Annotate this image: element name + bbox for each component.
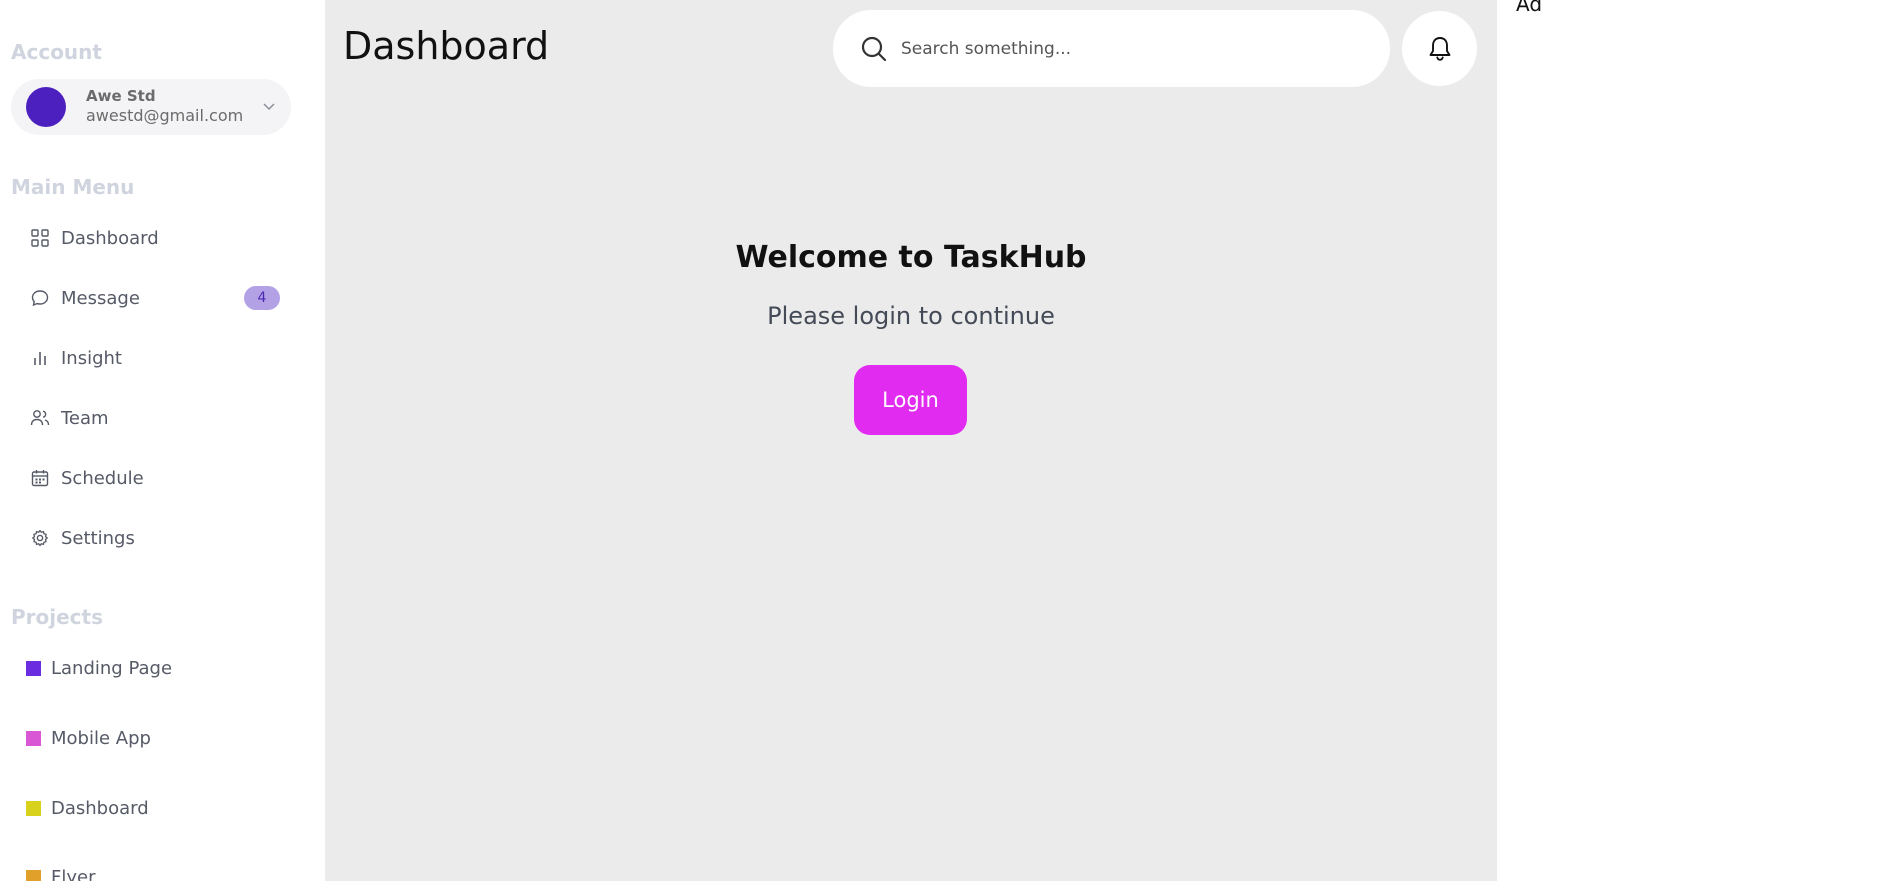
- right-panel-text: Ad: [1516, 0, 1543, 16]
- search-bar[interactable]: [833, 10, 1390, 87]
- account-email: awestd@gmail.com: [86, 106, 244, 125]
- sidebar-item-label: Settings: [61, 527, 135, 549]
- sidebar-item-dashboard[interactable]: Dashboard: [30, 223, 280, 253]
- chat-icon: [30, 288, 50, 308]
- calendar-icon: [30, 468, 50, 488]
- page-title: Dashboard: [343, 24, 550, 68]
- sidebar-item-schedule[interactable]: Schedule: [30, 463, 280, 493]
- project-item-flyer[interactable]: Flyer: [26, 862, 286, 881]
- message-count-badge: 4: [244, 286, 280, 310]
- bell-icon: [1429, 36, 1450, 61]
- project-item-label: Flyer: [51, 866, 96, 881]
- bar-chart-icon: [30, 348, 50, 368]
- project-color-swatch: [26, 800, 41, 816]
- search-icon: [861, 36, 887, 61]
- project-item-mobile-app[interactable]: Mobile App: [26, 723, 286, 753]
- gear-icon: [30, 528, 50, 548]
- sidebar-item-label: Schedule: [61, 467, 144, 489]
- account-section-title: Account: [11, 40, 102, 64]
- sidebar-item-label: Insight: [61, 347, 122, 369]
- account-name: Awe Std: [86, 87, 156, 105]
- sidebar-item-team[interactable]: Team: [30, 403, 280, 433]
- sidebar-item-message[interactable]: Message 4: [30, 283, 280, 313]
- login-prompt: Please login to continue: [767, 302, 1055, 330]
- project-color-swatch: [26, 730, 41, 746]
- main-menu-section-title: Main Menu: [11, 175, 135, 199]
- project-item-dashboard[interactable]: Dashboard: [26, 793, 286, 823]
- grid-icon: [30, 228, 50, 248]
- users-icon: [30, 408, 50, 428]
- project-color-swatch: [26, 660, 41, 676]
- avatar: [26, 87, 66, 127]
- search-input[interactable]: [901, 38, 1371, 59]
- chevron-down-icon: [263, 103, 275, 111]
- sidebar-item-insight[interactable]: Insight: [30, 343, 280, 373]
- sidebar-item-label: Message: [61, 287, 140, 309]
- account-switcher[interactable]: Awe Std awestd@gmail.com: [11, 79, 291, 135]
- projects-section-title: Projects: [11, 605, 104, 629]
- welcome-heading: Welcome to TaskHub: [735, 240, 1087, 275]
- sidebar-item-label: Dashboard: [61, 227, 159, 249]
- main-content: Dashboard Welcome to TaskHub Please logi…: [325, 0, 1497, 881]
- project-color-swatch: [26, 869, 41, 881]
- project-item-label: Landing Page: [51, 657, 173, 679]
- sidebar-item-settings[interactable]: Settings: [30, 523, 280, 553]
- project-item-label: Mobile App: [51, 727, 151, 749]
- sidebar-item-label: Team: [61, 407, 109, 429]
- sidebar: Account Awe Std awestd@gmail.com Main Me…: [0, 0, 325, 881]
- login-button[interactable]: Login: [854, 365, 967, 435]
- project-item-landing-page[interactable]: Landing Page: [26, 653, 286, 683]
- notifications-button[interactable]: [1402, 11, 1477, 86]
- app-root: Account Awe Std awestd@gmail.com Main Me…: [0, 0, 1885, 881]
- right-panel: Ad: [1497, 0, 1885, 881]
- project-item-label: Dashboard: [51, 797, 149, 819]
